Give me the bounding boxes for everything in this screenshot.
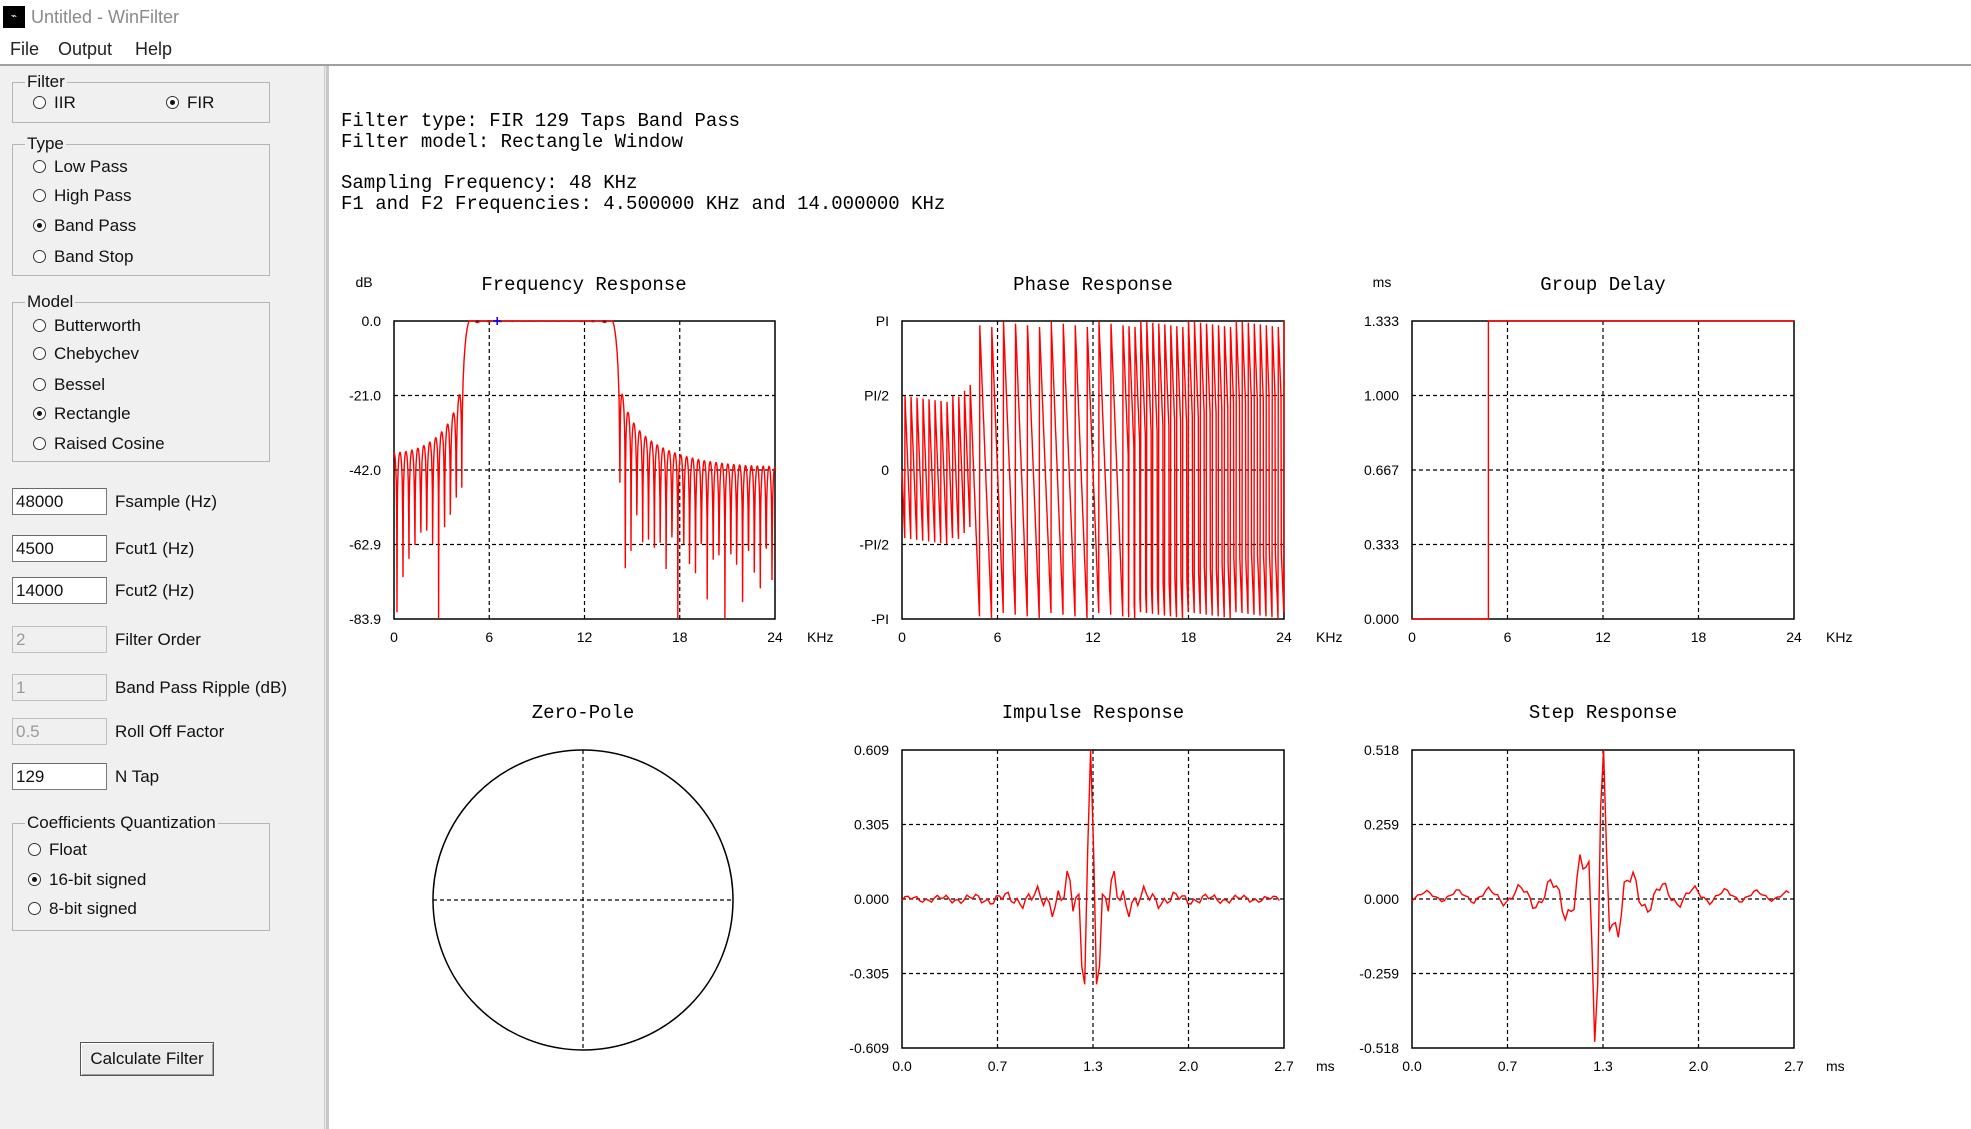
step-ytick: -0.259	[1359, 966, 1399, 982]
phase-ytick: -PI/2	[859, 537, 889, 553]
delay-xtick: 0	[1408, 629, 1416, 645]
step-xlabel: ms	[1826, 1058, 1845, 1074]
phase-xlabel: KHz	[1316, 629, 1342, 645]
freq-xtick: 0	[390, 629, 398, 645]
step-chart: Step Response 0.518 0.259 0.000 -0.259 -0.518…	[1359, 702, 1844, 1074]
phase-ytick: PI/2	[864, 388, 889, 404]
impulse-ytick: 0.609	[854, 742, 889, 758]
freq-xtick: 18	[672, 629, 688, 645]
freq-ytick: -83.9	[349, 611, 381, 627]
freq-chart: Frequency Response 0.0 -21.0 -42.0 -62.9 -83.…	[349, 274, 833, 645]
impulse-xtick: 0.7	[988, 1058, 1008, 1074]
impulse-xtick: 2.0	[1179, 1058, 1199, 1074]
delay-ytick: 0.667	[1364, 462, 1399, 478]
phase-ytick: -PI	[871, 611, 889, 627]
phase-chart: Phase Response PI PI/2 0 -PI/2 -PI 0 6 12 18 24 KHz	[859, 274, 1342, 645]
step-ytick: 0.518	[1364, 742, 1399, 758]
freq-title: Frequency Response	[481, 274, 686, 296]
impulse-trace	[901, 749, 1280, 985]
step-ytick: 0.000	[1364, 891, 1399, 907]
freq-ytick: -21.0	[349, 388, 381, 404]
impulse-title: Impulse Response	[1002, 702, 1184, 724]
step-ytick: 0.259	[1364, 817, 1399, 833]
zp-title: Zero-Pole	[532, 702, 635, 724]
impulse-xtick: 2.7	[1274, 1058, 1294, 1074]
impulse-ytick: 0.000	[854, 891, 889, 907]
freq-ytick: -42.0	[349, 462, 381, 478]
delay-ytick: 0.333	[1364, 537, 1399, 553]
freq-xtick: 6	[485, 629, 493, 645]
delay-title: Group Delay	[1540, 274, 1665, 296]
phase-ytick: PI	[876, 313, 889, 329]
delay-xtick: 12	[1595, 629, 1611, 645]
phase-title: Phase Response	[1013, 274, 1173, 296]
freq-xlabel: KHz	[807, 629, 833, 645]
impulse-xlabel: ms	[1316, 1058, 1335, 1074]
freq-ytick: 0.0	[362, 313, 382, 329]
impulse-xtick: 0.0	[892, 1058, 912, 1074]
phase-xtick: 18	[1181, 629, 1197, 645]
plots-area: Frequency Response 0.0 -21.0 -42.0 -62.9 -83.…	[349, 274, 1853, 1074]
delay-xtick: 24	[1786, 629, 1802, 645]
step-xtick: 0.0	[1402, 1058, 1422, 1074]
step-ytick: -0.518	[1359, 1040, 1399, 1056]
delay-ytick: 0.000	[1364, 611, 1399, 627]
phase-xtick: 12	[1085, 629, 1101, 645]
delay-ytick: 1.333	[1364, 313, 1399, 329]
step-title: Step Response	[1529, 702, 1677, 724]
phase-xtick: 0	[898, 629, 906, 645]
freq-ytick: -62.9	[349, 537, 381, 553]
freq-xtick: 12	[577, 629, 593, 645]
delay-ylabel: ms	[1373, 274, 1392, 290]
step-xtick: 0.7	[1498, 1058, 1518, 1074]
impulse-xtick: 1.3	[1083, 1058, 1103, 1074]
delay-ytick: 1.000	[1364, 388, 1399, 404]
phase-xtick: 6	[994, 629, 1002, 645]
impulse-ytick: -0.609	[849, 1040, 889, 1056]
delay-xlabel: KHz	[1826, 629, 1852, 645]
delay-xtick: 18	[1691, 629, 1707, 645]
step-xtick: 2.7	[1784, 1058, 1804, 1074]
delay-chart: Group Delay 1.333 1.000 0.667 0.333 0.000 0 6 12…	[1364, 274, 1853, 645]
freq-xtick: 24	[767, 629, 783, 645]
phase-ytick: 0	[881, 462, 889, 478]
step-trace	[1411, 749, 1790, 1042]
zp-chart: Zero-Pole	[432, 702, 734, 1051]
impulse-chart: Impulse Response 0.609 0.305 0.000 -0.305 -0.…	[849, 702, 1334, 1074]
freq-ylabel: dB	[355, 274, 372, 290]
step-xtick: 1.3	[1593, 1058, 1613, 1074]
phase-xtick: 24	[1276, 629, 1292, 645]
step-xtick: 2.0	[1689, 1058, 1709, 1074]
delay-xtick: 6	[1504, 629, 1512, 645]
impulse-ytick: 0.305	[854, 817, 889, 833]
impulse-ytick: -0.305	[849, 966, 889, 982]
